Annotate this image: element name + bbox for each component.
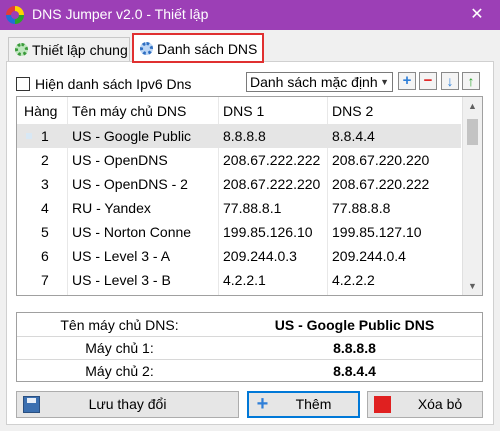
scroll-up-icon[interactable]: ▲: [463, 97, 482, 115]
tab-label: Thiết lập chung: [32, 42, 128, 58]
close-icon[interactable]: ✕: [454, 0, 500, 30]
tab-dns-list[interactable]: Danh sách DNS: [132, 33, 264, 63]
row-name: US - Norton Conne: [72, 224, 192, 240]
ipv6-checkbox[interactable]: [16, 77, 30, 91]
gear-icon: [140, 42, 153, 55]
divider: [17, 359, 482, 360]
add-dns-icon[interactable]: +: [398, 72, 416, 90]
row-dns2: 4.2.2.2: [332, 272, 375, 288]
server-name-value: US - Google Public DNS: [274, 317, 435, 333]
row-dns2: 209.244.0.4: [332, 248, 406, 264]
table-row[interactable]: 7 US - Level 3 - B 4.2.2.1 4.2.2.2: [17, 268, 461, 292]
table-row[interactable]: 1 US - Google Public 8.8.8.8 8.8.4.4: [17, 124, 461, 148]
dns-details: Tên máy chủ DNS: US - Google Public DNS …: [16, 312, 483, 382]
selection-marker: [26, 133, 32, 139]
title-bar: DNS Jumper v2.0 - Thiết lập ✕: [0, 0, 500, 30]
add-label: Thêm: [295, 396, 332, 412]
window-title: DNS Jumper v2.0 - Thiết lập: [32, 6, 209, 22]
row-dns2: 8.8.4.4: [332, 128, 375, 144]
row-name: US - OpenDNS - 2: [72, 176, 188, 192]
row-dns1: 208.67.222.220: [223, 176, 321, 192]
server-name-label: Tên máy chủ DNS:: [60, 317, 179, 333]
tab-general-settings[interactable]: Thiết lập chung: [8, 37, 130, 61]
column-header-dns2[interactable]: DNS 2: [332, 99, 460, 123]
table-row[interactable]: 3 US - OpenDNS - 2 208.67.222.220 208.67…: [17, 172, 461, 196]
secondary-dns-label: Máy chủ 2:: [85, 363, 154, 379]
row-name: US - Level 3 - A: [72, 248, 171, 264]
app-logo-icon: [6, 6, 24, 24]
ipv6-option[interactable]: Hiện danh sách Ipv6 Dns: [16, 76, 191, 92]
add-button[interactable]: + Thêm: [247, 391, 360, 418]
dns-list-select[interactable]: Danh sách mặc định ▼: [246, 72, 393, 92]
row-dns1: 199.85.126.10: [223, 224, 313, 240]
gear-icon: [15, 43, 28, 56]
row-dns2: 199.85.127.10: [332, 224, 422, 240]
save-changes-button[interactable]: Lưu thay đổi: [16, 391, 239, 418]
dns-list-select-value: Danh sách mặc định: [250, 74, 378, 90]
table-row[interactable]: 4 RU - Yandex 77.88.8.1 77.88.8.8: [17, 196, 461, 220]
row-dns1: 208.67.222.222: [223, 152, 321, 168]
delete-label: Xóa bỏ: [417, 396, 463, 412]
row-name: US - Google Public: [72, 128, 192, 144]
table-header-row: Hàng Tên máy chủ DNS DNS 1 DNS 2: [17, 99, 461, 123]
primary-dns-label: Máy chủ 1:: [85, 340, 154, 356]
row-dns1: 8.8.8.8: [223, 128, 266, 144]
row-name: US - Level 3 - B: [72, 272, 171, 288]
column-header-dns1[interactable]: DNS 1: [223, 99, 327, 123]
row-dns1: 209.244.0.3: [223, 248, 297, 264]
row-dns1: 4.2.2.1: [223, 272, 266, 288]
row-dns2: 77.88.8.8: [332, 200, 391, 216]
chevron-down-icon: ▼: [380, 77, 389, 87]
row-dns2: 208.67.220.222: [332, 176, 430, 192]
column-header-index[interactable]: Hàng: [24, 99, 68, 123]
row-name: US - OpenDNS: [72, 152, 168, 168]
dns-table[interactable]: Hàng Tên máy chủ DNS DNS 1 DNS 2 1 US - …: [16, 96, 483, 296]
column-header-name[interactable]: Tên máy chủ DNS: [72, 99, 217, 123]
tab-label: Danh sách DNS: [157, 41, 258, 57]
move-down-icon[interactable]: ↓: [441, 72, 459, 90]
ipv6-label: Hiện danh sách Ipv6 Dns: [35, 76, 192, 92]
row-name: RU - Yandex: [72, 200, 151, 216]
table-row[interactable]: 5 US - Norton Conne 199.85.126.10 199.85…: [17, 220, 461, 244]
secondary-dns-value: 8.8.4.4: [333, 363, 376, 379]
table-row[interactable]: 2 US - OpenDNS 208.67.222.222 208.67.220…: [17, 148, 461, 172]
scrollbar-thumb[interactable]: [467, 119, 478, 145]
remove-dns-icon[interactable]: −: [419, 72, 437, 90]
table-scrollbar[interactable]: ▲ ▼: [462, 97, 482, 295]
move-up-icon[interactable]: ↑: [462, 72, 480, 90]
row-dns2: 208.67.220.220: [332, 152, 430, 168]
row-dns1: 77.88.8.1: [223, 200, 282, 216]
save-changes-label: Lưu thay đổi: [88, 396, 167, 412]
delete-button[interactable]: Xóa bỏ: [367, 391, 483, 418]
divider: [17, 336, 482, 337]
minus-icon: [374, 396, 391, 413]
table-row[interactable]: 6 US - Level 3 - A 209.244.0.3 209.244.0…: [17, 244, 461, 268]
primary-dns-value: 8.8.8.8: [333, 340, 376, 356]
scroll-down-icon[interactable]: ▼: [463, 277, 482, 295]
